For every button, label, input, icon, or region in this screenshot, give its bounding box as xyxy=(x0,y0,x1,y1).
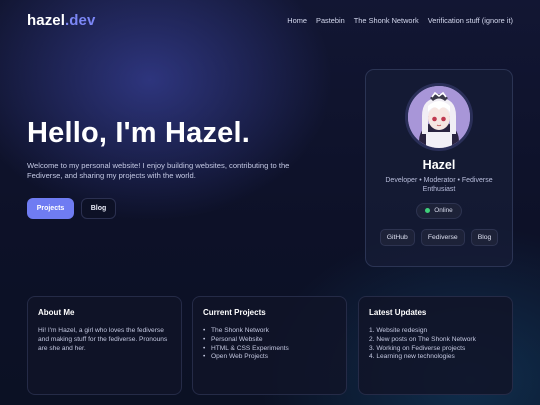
github-link-button[interactable]: GitHub xyxy=(379,228,415,246)
projects-button[interactable]: Projects xyxy=(27,198,74,220)
hero-buttons: Projects Blog xyxy=(27,198,327,220)
list-item: Open Web Projects xyxy=(203,353,336,362)
fediverse-link-button[interactable]: Fediverse xyxy=(420,228,465,246)
projects-list: The Shonk Network Personal Website HTML … xyxy=(203,327,336,362)
nav-link-shonk-network[interactable]: The Shonk Network xyxy=(354,16,419,25)
list-item: The Shonk Network xyxy=(203,327,336,336)
nav-link-verification[interactable]: Verification stuff (ignore it) xyxy=(428,16,513,25)
hero-subtitle: Welcome to my personal website! I enjoy … xyxy=(27,160,290,181)
list-item: 2. New posts on The Shonk Network xyxy=(369,335,476,343)
avatar-illustration xyxy=(408,86,470,148)
online-dot-icon xyxy=(425,208,431,214)
about-body: Hi! I'm Hazel, a girl who loves the fedi… xyxy=(38,327,168,352)
status-text: Online xyxy=(434,207,453,215)
updates-title: Latest Updates xyxy=(369,308,427,317)
hero-section: Hello, I'm Hazel. Welcome to my personal… xyxy=(27,117,327,220)
updates-list: 1. Website redesign 2. New posts on The … xyxy=(369,327,502,362)
logo-accent: .dev xyxy=(65,11,96,29)
list-item: 3. Working on Fediverse projects xyxy=(369,344,466,352)
profile-card: Hazel Developer • Moderator • Fediverse … xyxy=(365,69,513,267)
list-item: 1. Website redesign xyxy=(369,327,428,334)
list-item: Personal Website xyxy=(203,336,336,345)
status-badge: Online xyxy=(416,202,462,219)
blog-button[interactable]: Blog xyxy=(81,198,116,220)
logo-main: hazel xyxy=(27,11,66,29)
hero-title: Hello, I'm Hazel. xyxy=(27,117,251,149)
about-card: About Me Hi! I'm Hazel, a girl who loves… xyxy=(27,296,182,395)
profile-name: Hazel xyxy=(422,158,456,172)
blog-link-button[interactable]: Blog xyxy=(470,228,499,246)
top-navbar: hazel.dev Home Pastebin The Shonk Networ… xyxy=(0,0,540,40)
about-title: About Me xyxy=(38,308,75,317)
profile-links: GitHub Fediverse Blog xyxy=(379,228,499,246)
avatar xyxy=(405,83,473,151)
projects-card: Current Projects The Shonk Network Perso… xyxy=(192,296,347,395)
list-item: HTML & CSS Experiments xyxy=(203,345,336,354)
list-item: 4. Learning new technologies xyxy=(369,353,455,361)
profile-tagline: Developer • Moderator • Fediverse Enthus… xyxy=(385,177,493,194)
projects-title: Current Projects xyxy=(203,308,266,317)
site-logo[interactable]: hazel.dev xyxy=(27,12,95,29)
updates-card: Latest Updates 1. Website redesign 2. Ne… xyxy=(358,296,513,395)
nav-links: Home Pastebin The Shonk Network Verifica… xyxy=(287,16,513,25)
nav-link-home[interactable]: Home xyxy=(287,16,307,25)
nav-link-pastebin[interactable]: Pastebin xyxy=(316,16,345,25)
